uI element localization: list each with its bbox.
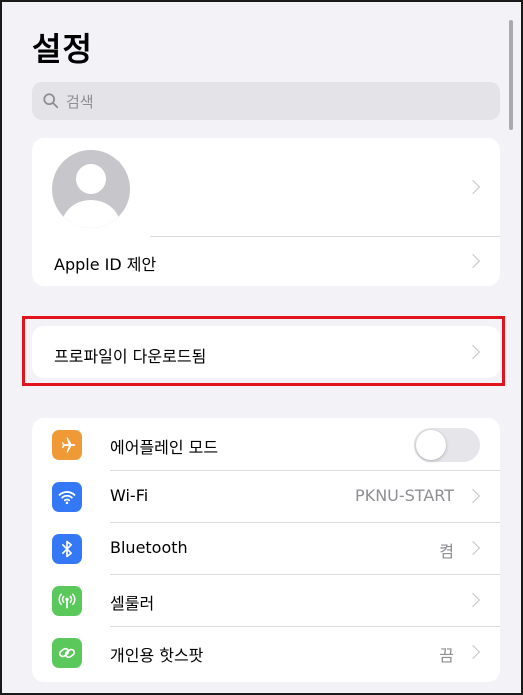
personal-hotspot-status-value: 끔 xyxy=(439,646,454,665)
chevron-right-icon xyxy=(465,644,481,660)
wifi-row[interactable]: Wi-Fi PKNU-START xyxy=(32,470,500,522)
chevron-right-icon xyxy=(465,488,481,504)
account-card: Apple ID 제안 xyxy=(32,138,500,286)
profile-row[interactable] xyxy=(32,138,500,236)
airplane-icon xyxy=(52,430,82,460)
chevron-right-icon xyxy=(465,592,481,608)
wifi-icon xyxy=(52,482,82,512)
bluetooth-label: Bluetooth xyxy=(110,538,188,557)
connectivity-card: 에어플레인 모드 Wi-Fi PKNU-START Bluetooth 켬 셀룰… xyxy=(32,418,500,682)
bluetooth-row[interactable]: Bluetooth 켬 xyxy=(32,522,500,574)
highlight-box xyxy=(22,316,505,386)
settings-screen: 설정 검색 Apple ID 제안 프로파일이 다운로드됨 에어플레인 모드 W… xyxy=(0,0,523,695)
wifi-label: Wi-Fi xyxy=(110,486,149,505)
apple-id-suggestion-label: Apple ID 제안 xyxy=(54,255,157,274)
page-title: 설정 xyxy=(32,30,93,68)
airplane-mode-row: 에어플레인 모드 xyxy=(32,418,500,470)
apple-id-suggestion-row[interactable]: Apple ID 제안 xyxy=(32,237,500,286)
personal-hotspot-row[interactable]: 개인용 핫스팟 끔 xyxy=(32,626,500,678)
personal-hotspot-label: 개인용 핫스팟 xyxy=(110,646,204,665)
bluetooth-icon xyxy=(52,534,82,564)
chevron-right-icon xyxy=(465,179,481,195)
chevron-right-icon xyxy=(465,540,481,556)
search-placeholder: 검색 xyxy=(66,92,94,111)
chevron-right-icon xyxy=(465,253,481,269)
scroll-indicator[interactable] xyxy=(509,20,513,130)
cellular-row[interactable]: 셀룰러 xyxy=(32,574,500,626)
search-icon xyxy=(43,93,59,109)
cellular-antenna-icon xyxy=(52,586,82,616)
avatar xyxy=(52,150,130,228)
airplane-mode-label: 에어플레인 모드 xyxy=(110,438,219,457)
wifi-network-value: PKNU-START xyxy=(355,486,454,505)
bluetooth-status-value: 켬 xyxy=(439,542,454,561)
airplane-mode-toggle[interactable] xyxy=(414,428,480,462)
search-field[interactable]: 검색 xyxy=(32,82,500,120)
hotspot-link-icon xyxy=(52,638,82,668)
cellular-label: 셀룰러 xyxy=(110,594,155,613)
